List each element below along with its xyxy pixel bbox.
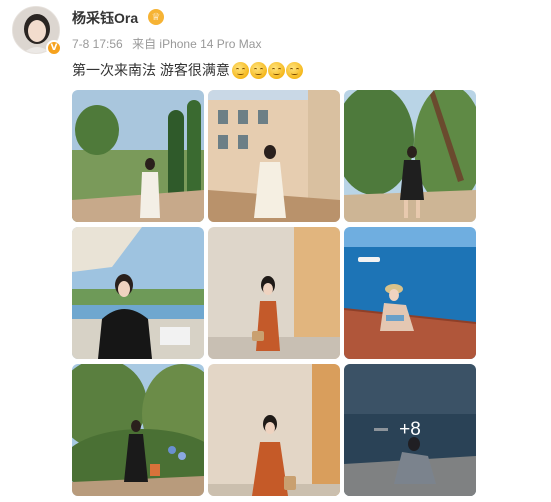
post-source: 来自 iPhone 14 Pro Max (132, 37, 262, 51)
photo-tile[interactable] (344, 227, 476, 359)
photo-tile[interactable] (208, 364, 340, 496)
blush-emoji-icon (285, 61, 303, 79)
post-meta: 7-8 17:56 来自 iPhone 14 Pro Max (72, 35, 267, 52)
photo-tile[interactable] (344, 90, 476, 222)
photo-tile[interactable] (208, 227, 340, 359)
more-photos-count[interactable]: +8 (344, 364, 476, 496)
photo-grid: +8 (72, 90, 477, 496)
photo-tile[interactable] (72, 227, 204, 359)
thinking-emoji-icon (267, 61, 285, 79)
photo-tile-more[interactable]: +8 (344, 364, 476, 496)
thinking-emoji-icon (231, 61, 249, 79)
post-text-content: 第一次来南法 游客很满意 (72, 62, 230, 78)
verified-badge-icon: V (46, 40, 62, 56)
crown-icon[interactable]: ♕ (148, 9, 164, 25)
post-text: 第一次来南法 游客很满意 (72, 60, 303, 80)
photo-tile[interactable] (72, 364, 204, 496)
post-timestamp[interactable]: 7-8 17:56 (72, 37, 123, 51)
photo-tile[interactable] (72, 90, 204, 222)
thinking-emoji-icon (249, 61, 267, 79)
post-header: V 杨采钰Ora ♕ 7-8 17:56 来自 iPhone 14 Pro Ma… (12, 6, 542, 58)
photo-tile[interactable] (208, 90, 340, 222)
author-name[interactable]: 杨采钰Ora (72, 8, 138, 28)
